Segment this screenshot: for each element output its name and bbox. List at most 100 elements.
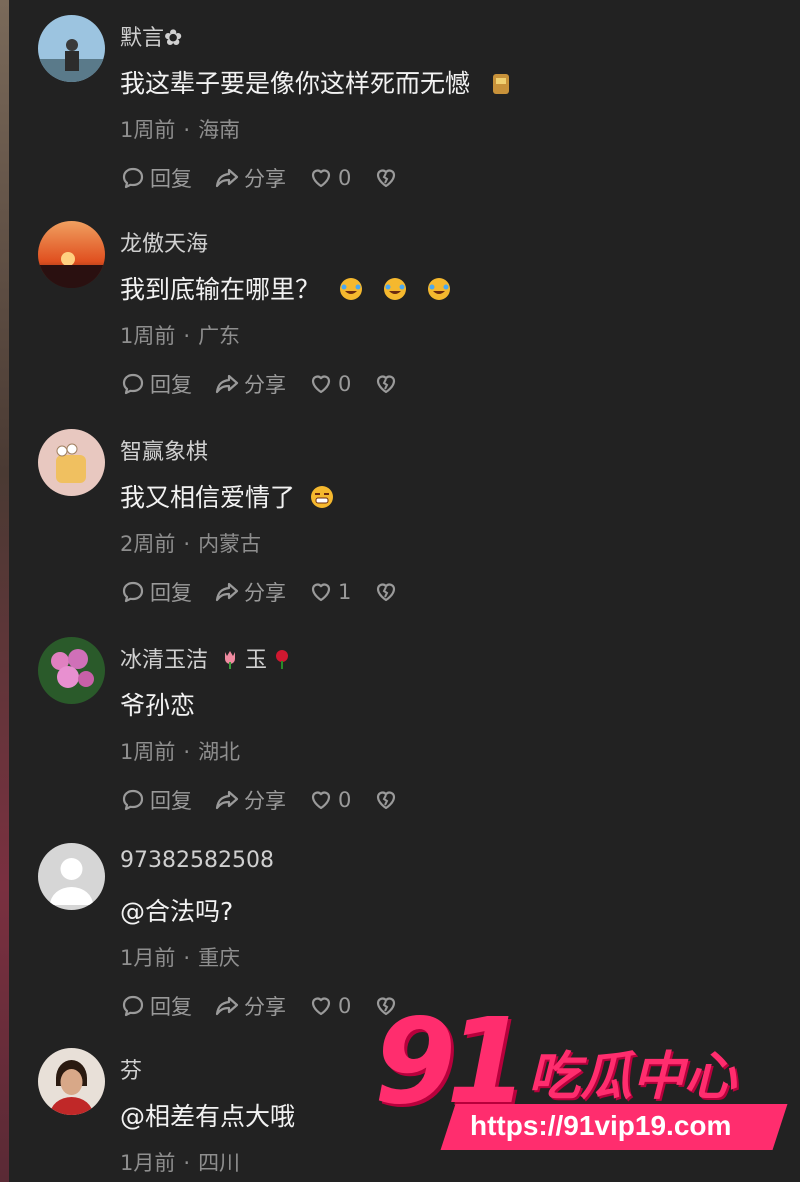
reply-label: 回复 xyxy=(150,581,192,605)
username-text: 冰清玉洁 xyxy=(120,648,209,673)
comment-meta: 1月前 · 重庆 xyxy=(120,942,240,972)
like-button[interactable]: 0 xyxy=(308,165,351,191)
comment-time: 1周前 xyxy=(120,324,176,348)
comment-meta: 1周前 · 湖北 xyxy=(120,736,240,766)
share-button[interactable]: 分享 xyxy=(214,785,286,815)
meta-separator: · xyxy=(183,324,191,348)
share-arrow-icon xyxy=(215,582,239,602)
dislike-button[interactable] xyxy=(373,371,399,397)
comment-location: 广东 xyxy=(198,324,241,348)
comment-text-body: 我这辈子要是像你这样死而无憾 xyxy=(120,69,471,98)
meta-separator: · xyxy=(183,532,191,556)
reply-button[interactable]: 回复 xyxy=(120,577,192,607)
meta-separator: · xyxy=(183,118,191,142)
broken-heart-icon xyxy=(377,375,396,394)
meta-separator: · xyxy=(183,946,191,970)
comment-text: 我又相信爱情了 xyxy=(120,478,335,514)
comment-text-body: 爷孙恋 xyxy=(120,691,196,720)
comment-text-body: @合法吗? xyxy=(120,897,234,926)
reply-label: 回复 xyxy=(150,167,192,191)
comment-text-body: @相差有点大哦 xyxy=(120,1102,296,1131)
avatar[interactable] xyxy=(38,221,105,288)
comment-meta: 2周前 · 内蒙古 xyxy=(120,528,261,558)
reply-label: 回复 xyxy=(150,789,192,813)
like-count: 0 xyxy=(338,166,352,190)
dislike-button[interactable] xyxy=(373,787,399,813)
heart-icon xyxy=(311,169,331,188)
comment-time: 1月前 xyxy=(120,946,176,970)
share-arrow-icon xyxy=(215,996,239,1016)
comment-text-body: 我到底输在哪里？ xyxy=(120,275,321,304)
rose-emoji-icon xyxy=(276,650,289,669)
share-button[interactable]: 分享 xyxy=(214,163,286,193)
dislike-button[interactable] xyxy=(373,579,399,605)
like-button[interactable]: 1 xyxy=(308,579,351,605)
avatar[interactable] xyxy=(38,15,105,82)
reply-button[interactable]: 回复 xyxy=(120,163,192,193)
left-edge-strip xyxy=(0,0,9,1182)
like-count: 0 xyxy=(338,372,352,396)
username[interactable]: 智赢象棋 xyxy=(120,434,208,466)
reply-button[interactable]: 回复 xyxy=(120,991,192,1021)
comment-meta: 1月前 · 四川 xyxy=(120,1147,240,1177)
heart-icon xyxy=(311,997,331,1016)
avatar[interactable] xyxy=(38,1048,105,1115)
reply-button[interactable]: 回复 xyxy=(120,369,192,399)
watermark-logo: 91 吃瓜中心 https://91vip19.com xyxy=(360,992,790,1182)
reply-label: 回复 xyxy=(150,373,192,397)
share-label: 分享 xyxy=(244,581,286,605)
share-arrow-icon xyxy=(215,374,239,394)
share-label: 分享 xyxy=(244,995,286,1019)
comment-location: 重庆 xyxy=(198,946,241,970)
share-button[interactable]: 分享 xyxy=(214,577,286,607)
like-button[interactable]: 0 xyxy=(308,993,351,1019)
avatar[interactable] xyxy=(38,637,105,704)
comment-location: 四川 xyxy=(198,1151,241,1175)
crying-emoji-icon xyxy=(310,486,333,508)
like-count: 0 xyxy=(338,788,352,812)
like-button[interactable]: 0 xyxy=(308,787,351,813)
broken-heart-icon xyxy=(377,583,396,602)
share-button[interactable]: 分享 xyxy=(214,369,286,399)
comment-actions: 回复 分享 1 xyxy=(120,576,421,608)
broken-heart-icon xyxy=(377,791,396,810)
broken-heart-icon xyxy=(377,169,396,188)
comment-location: 湖北 xyxy=(198,740,241,764)
comment-bubble-icon xyxy=(122,789,144,811)
reply-button[interactable]: 回复 xyxy=(120,785,192,815)
avatar[interactable] xyxy=(38,429,105,496)
comment-text: @相差有点大哦 xyxy=(120,1097,295,1133)
share-arrow-icon xyxy=(215,790,239,810)
username[interactable]: 龙傲天海 xyxy=(120,226,208,258)
meta-separator: · xyxy=(183,740,191,764)
avatar[interactable] xyxy=(38,843,105,910)
comment-text: @合法吗? xyxy=(120,892,233,928)
username[interactable]: 默言✿ xyxy=(120,20,182,52)
comment-actions: 回复 分享 0 xyxy=(120,368,421,400)
laughing-crying-emoji-icon xyxy=(383,278,406,300)
like-count: 1 xyxy=(338,580,352,604)
share-arrow-icon xyxy=(215,168,239,188)
share-label: 分享 xyxy=(244,789,286,813)
heart-icon xyxy=(311,375,331,394)
comment-time: 1周前 xyxy=(120,740,176,764)
share-label: 分享 xyxy=(244,373,286,397)
like-count: 0 xyxy=(338,994,352,1018)
username[interactable]: 芬 xyxy=(120,1053,142,1085)
like-button[interactable]: 0 xyxy=(308,371,351,397)
comment-location: 海南 xyxy=(198,118,241,142)
meta-separator: · xyxy=(183,1151,191,1175)
comment-bubble-icon xyxy=(122,167,144,189)
comment-meta: 1周前 · 海南 xyxy=(120,114,240,144)
comment-text: 我到底输在哪里？ xyxy=(120,270,452,306)
laughing-crying-emoji-icon xyxy=(427,278,450,300)
username[interactable]: 97382582508 xyxy=(120,848,274,873)
comment-time: 1月前 xyxy=(120,1151,176,1175)
heart-icon xyxy=(311,583,331,602)
comment-actions: 回复 分享 0 xyxy=(120,784,421,816)
watermark-brand: 吃瓜中心 xyxy=(528,1047,737,1107)
dislike-button[interactable] xyxy=(373,165,399,191)
comment-text: 爷孙恋 xyxy=(120,686,195,722)
share-button[interactable]: 分享 xyxy=(214,991,286,1021)
username[interactable]: 冰清玉洁 玉 xyxy=(120,642,297,674)
